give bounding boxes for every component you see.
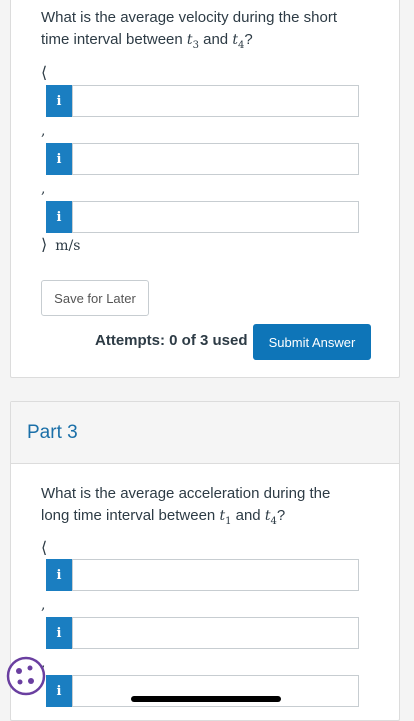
question-mark: ? [276,507,286,524]
comma-separator: , [41,181,46,197]
question-mark: ? [244,31,253,48]
submit-answer-button[interactable]: Submit Answer [253,324,371,360]
save-for-later-button[interactable]: Save for Later [41,280,149,316]
time-symbol: t1 [219,508,232,527]
cookie-icon[interactable] [6,656,46,696]
comma-separator: , [41,123,46,139]
part2-card: What is the average velocity during the … [10,0,400,378]
question-and: and [235,507,261,524]
close-bracket: ⟩ [41,235,48,254]
time-symbol: t4 [264,508,277,527]
part3-question: What is the average acceleration during … [41,483,361,533]
question-text: What is the average acceleration during … [41,485,331,524]
part-title: Part 3 [27,422,78,443]
close-bracket-with-unit: ⟩ m/s [41,235,80,254]
info-icon[interactable]: i [46,143,72,175]
info-icon[interactable]: i [46,559,72,591]
comma-separator: , [41,597,46,613]
unit-label: m/s [55,238,81,254]
attempts-label: Attempts: 0 of 3 used [95,332,248,349]
y-component-input[interactable] [72,617,359,649]
y-component-input[interactable] [72,143,359,175]
open-bracket: ⟨ [41,538,48,557]
time-symbol: t3 [186,32,199,51]
question-and: and [203,31,229,48]
z-component-input[interactable] [72,201,359,233]
info-icon[interactable]: i [46,201,72,233]
open-bracket: ⟨ [41,63,48,82]
part3-card: Part 3 What is the average acceleration … [10,401,400,721]
z-component-input[interactable] [72,675,359,707]
time-symbol: t4 [232,32,245,51]
part2-question: What is the average velocity during the … [41,7,361,57]
info-icon[interactable]: i [46,675,72,707]
info-icon[interactable]: i [46,617,72,649]
x-component-input[interactable] [72,85,359,117]
part-header: Part 3 [11,402,399,464]
info-icon[interactable]: i [46,85,72,117]
home-indicator [131,696,281,702]
x-component-input[interactable] [72,559,359,591]
